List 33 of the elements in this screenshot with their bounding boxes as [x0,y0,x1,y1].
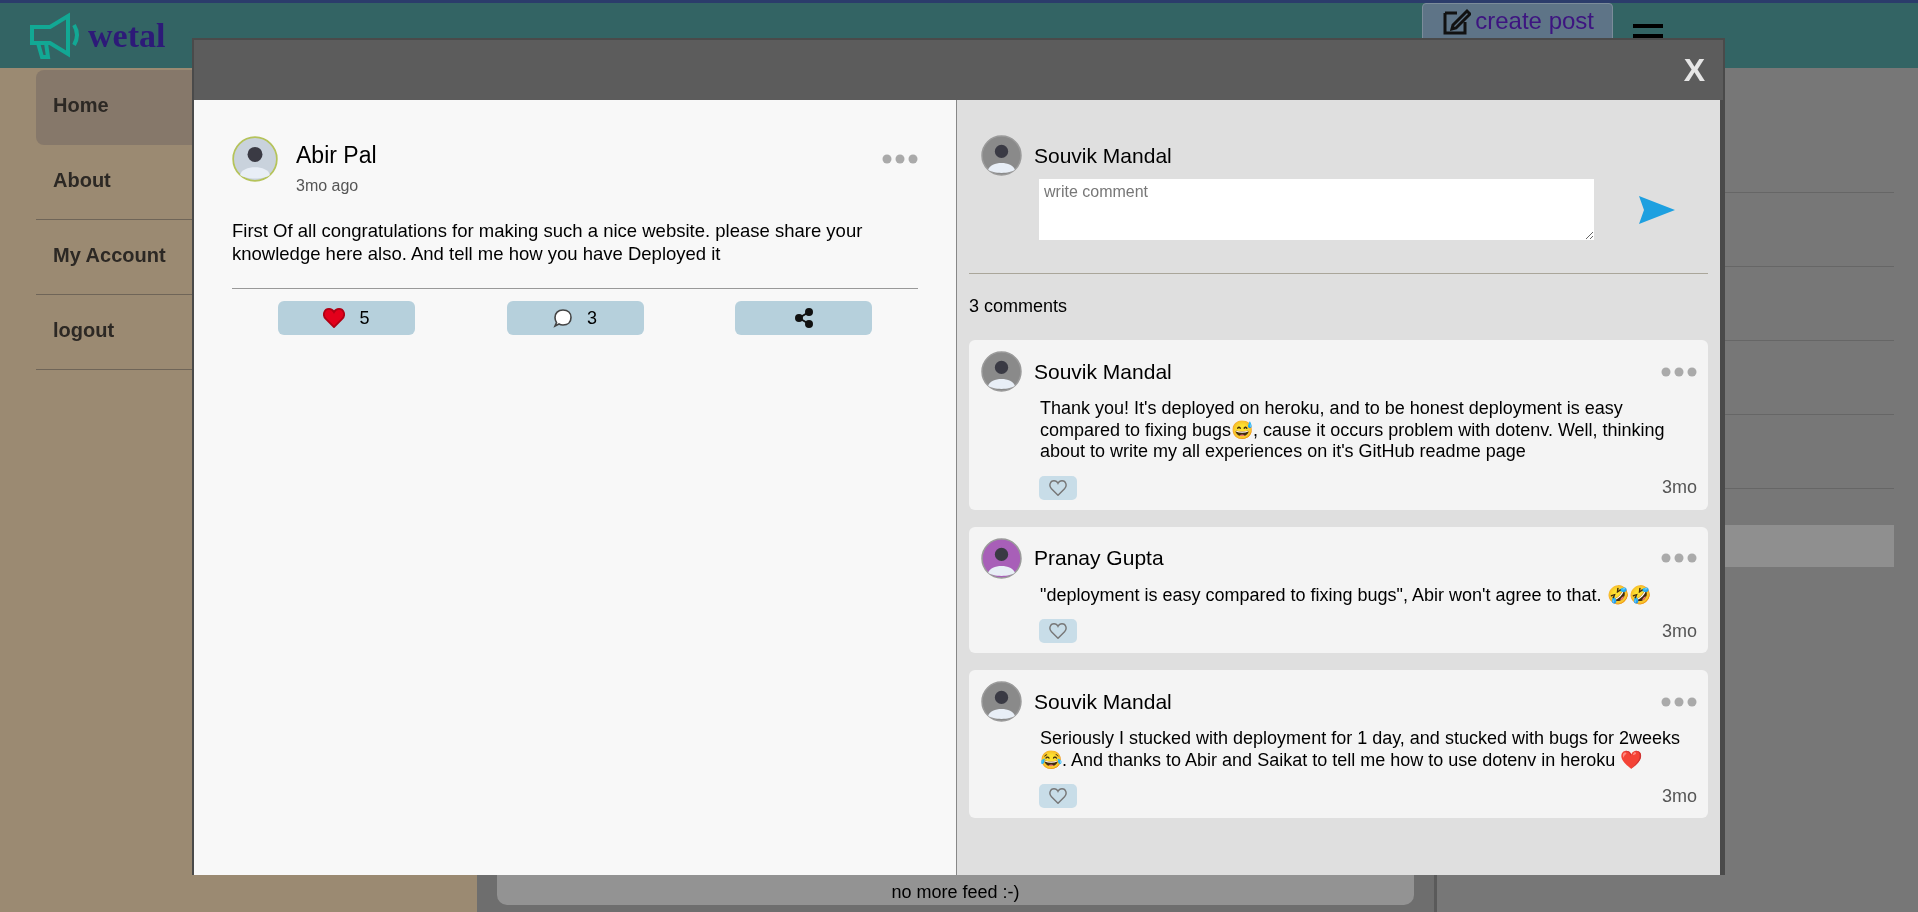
like-button[interactable] [1039,784,1077,808]
send-icon[interactable] [1639,195,1675,224]
comment-author: Pranay Gupta [1034,546,1165,570]
more-icon[interactable] [1661,553,1697,563]
commenter-name: Souvik Mandal [1034,143,1172,168]
more-icon[interactable] [882,154,918,164]
comment-count: 3 comments [969,296,1069,317]
more-icon[interactable] [1661,366,1697,377]
post-text: First Of all congratulations for making such a nice website. please share your knowledge here also. And tell me how you have Deployed it [232,219,918,289]
avatar [981,135,1022,176]
comment-field[interactable]: write comment [1039,179,1594,240]
more-icon[interactable] [1661,696,1697,707]
post-author: Abir Pal [296,142,378,169]
logo-text: wetal [88,16,166,55]
post-time: 3mo ago [296,177,360,195]
like-button[interactable] [1039,619,1077,643]
comment-author: Souvik Mandal [1034,359,1173,384]
comment-button[interactable]: 3 [506,301,644,335]
share-button[interactable] [735,301,872,335]
comment-icon [553,308,573,328]
comment-time: 3mo [1662,785,1697,807]
comment-text: "deployment is easy compared to fixing bugs", Abir won't agree to that. 🤣🤣 [1040,584,1652,606]
comment-author: Souvik Mandal [1034,689,1173,714]
comment-text: Thank you! It's deployed on heroku, and to be honest deployment is easy compared to fixing bugs😅, cause it occurs problem with dotenv. Well, thinking about to write my all experiences on it's GitHub readme page [1040,398,1666,463]
comment-time: 3mo [1662,620,1697,642]
like-button[interactable] [1039,475,1077,500]
comment-text: Seriously I stucked with deployment for 1 day, and stucked with bugs for 2weeks 😂. And thanks to Abir and Saikat to tell me how to use dotenv in heroku ❤ [1040,728,1681,771]
share-icon [794,308,813,328]
avatar [232,136,278,182]
edit-icon [1441,6,1472,37]
like-button[interactable]: 5 [278,301,415,335]
comment-time: 3mo [1662,477,1697,498]
close-button[interactable]: X [1675,47,1713,93]
